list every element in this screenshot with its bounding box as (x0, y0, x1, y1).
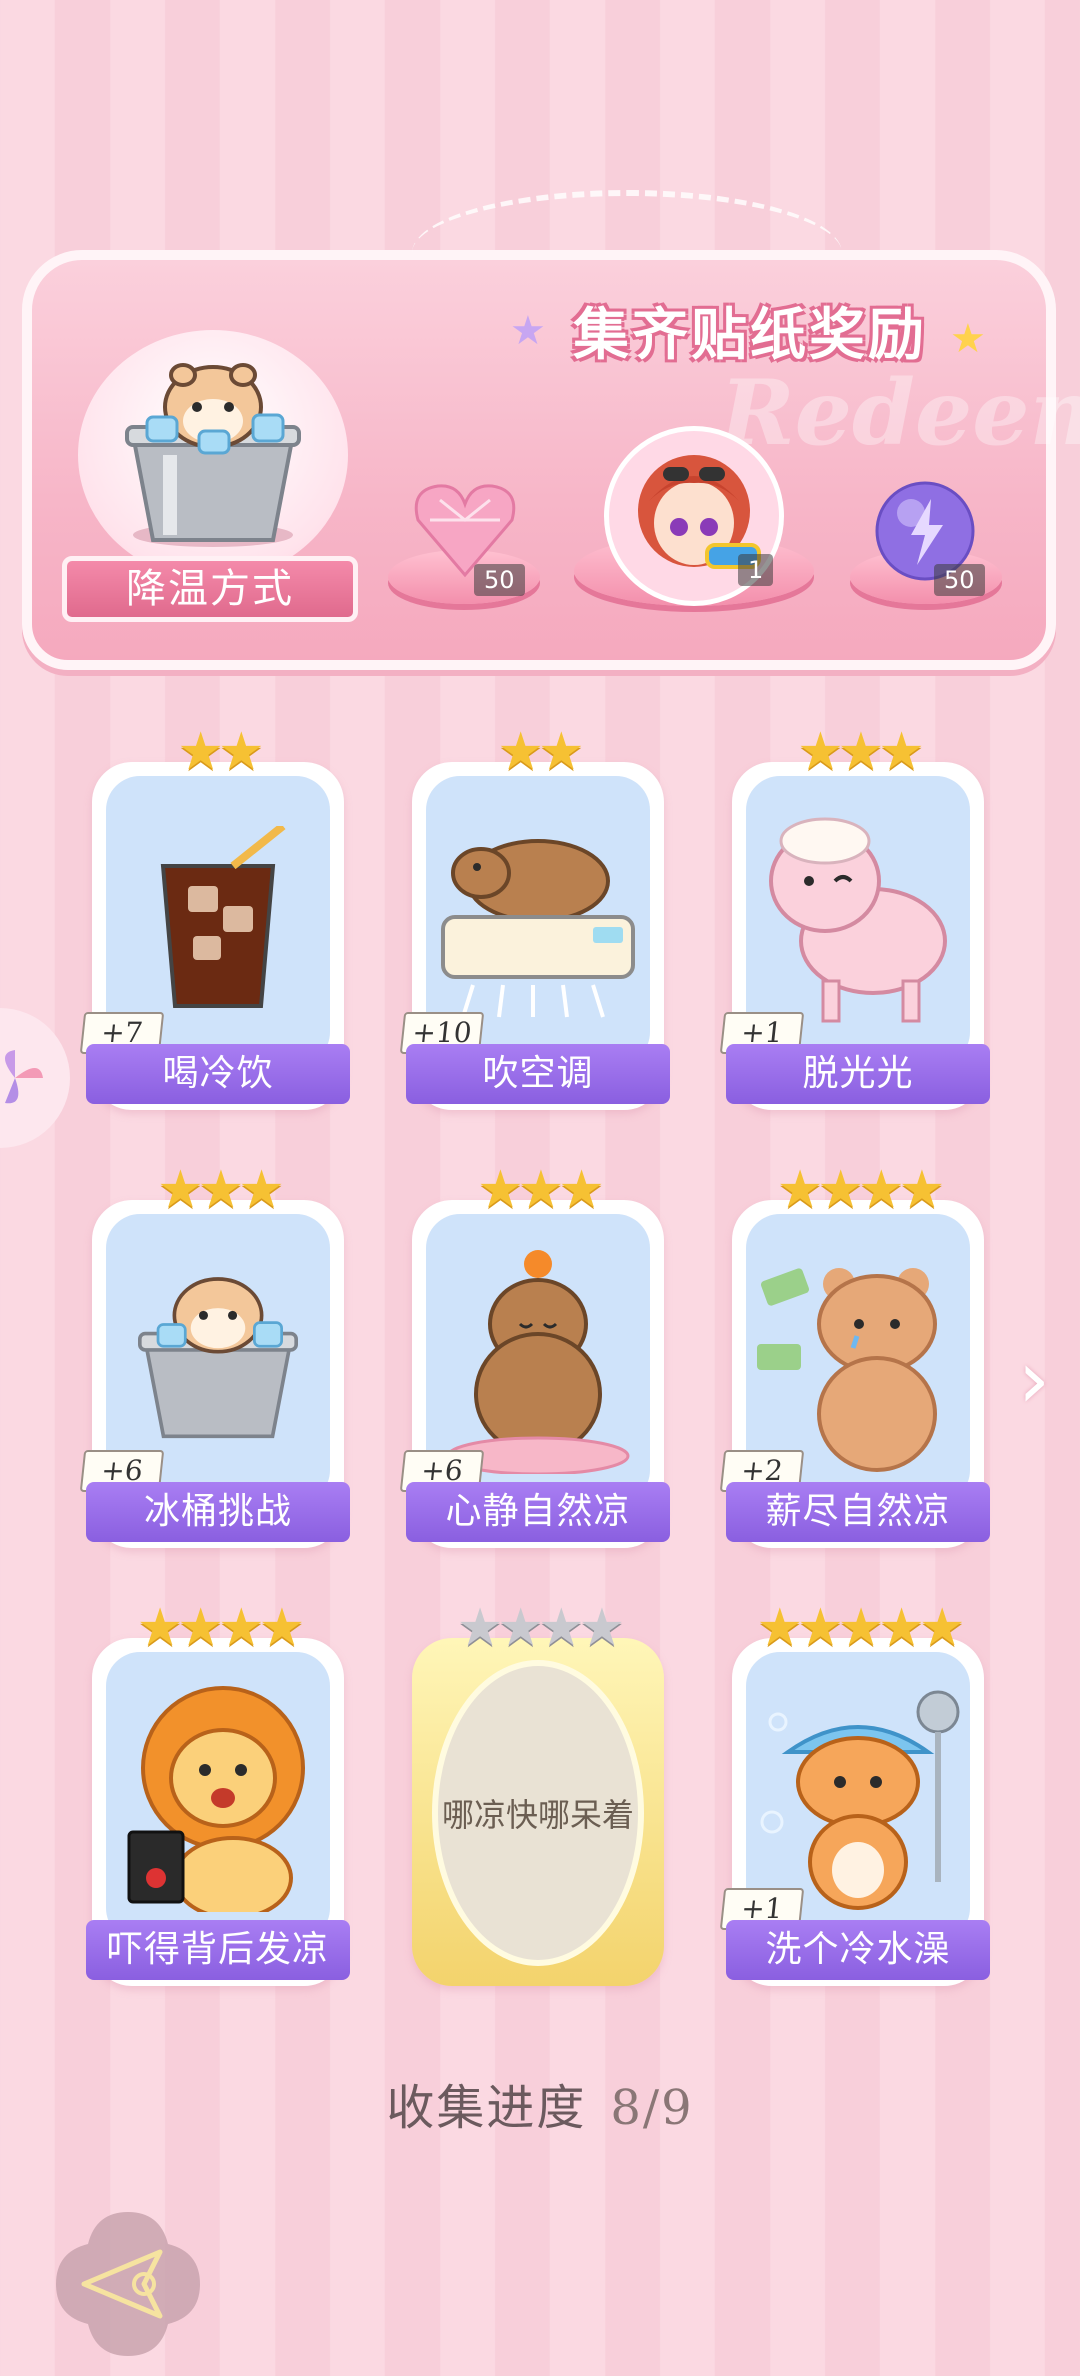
reward-count: 50 (474, 564, 525, 596)
sticker-label: 吓得背后发凉 (86, 1920, 350, 1980)
star-rating: ★★★★ (456, 1598, 625, 1658)
back-button[interactable] (48, 2204, 208, 2364)
star-rating: ★★ (177, 722, 264, 782)
scared-lion-icon (106, 1652, 330, 1942)
purple-star-icon: ★ (510, 308, 546, 354)
cooling-method-ribbon[interactable]: 降温方式 (62, 556, 358, 622)
star-rating: ★★★ (477, 1160, 605, 1220)
locked-sticker-label: 哪凉快哪呆着 (432, 1660, 644, 1966)
star-rating: ★★★★ (776, 1160, 945, 1220)
next-page-chevron-icon[interactable]: › (1018, 1340, 1068, 1420)
progress-label: 收集进度 (386, 2080, 587, 2136)
sticker-card[interactable]: ★★★★★ +1 洗个冷水澡 (719, 1598, 990, 1986)
back-arrow-icon (56, 2212, 200, 2356)
fan-icon (5, 1050, 43, 1104)
reward-count: 50 (934, 564, 985, 596)
sticker-label: 吹空调 (406, 1044, 670, 1104)
sticker-card[interactable]: ★★★★ +2 薪尽自然凉 (719, 1160, 990, 1548)
sticker-card[interactable]: ★★★ +6 冰桶挑战 (79, 1160, 350, 1548)
sticker-card[interactable]: ★★ +10 吹空调 (399, 722, 670, 1110)
star-rating: ★★★ (797, 722, 925, 782)
progress-value: 8/9 (610, 2080, 694, 2136)
side-menu-tab[interactable] (0, 1008, 70, 1148)
sticker-card[interactable]: ★★★ +1 脱光光 (719, 722, 990, 1110)
star-rating: ★★★★★ (756, 1598, 965, 1658)
sticker-label: 喝冷饮 (86, 1044, 350, 1104)
star-rating: ★★★ (157, 1160, 285, 1220)
sticker-label: 洗个冷水澡 (726, 1920, 990, 1980)
reward-count: 1 (738, 554, 774, 586)
banner-title: 集齐贴纸奖励 (573, 303, 927, 368)
sticker-label: 冰桶挑战 (86, 1482, 350, 1542)
yellow-star-icon: ★ (950, 316, 986, 362)
sticker-card[interactable]: ★★★★ 吓得背后发凉 (86, 1598, 350, 1986)
redeem-watermark: Redeem (720, 360, 1080, 466)
sticker-label: 脱光光 (726, 1044, 990, 1104)
locked-sticker-card[interactable]: ★★★★ 哪凉快哪呆着 (412, 1598, 664, 1986)
sticker-card[interactable]: ★★ +7 喝冷饮 (79, 722, 350, 1110)
sticker-label: 心静自然凉 (406, 1482, 670, 1542)
sticker-label: 薪尽自然凉 (726, 1482, 990, 1542)
star-rating: ★★★★ (136, 1598, 305, 1658)
star-rating: ★★ (497, 722, 584, 782)
collection-progress: 收集进度 8/9 (0, 2068, 1080, 2138)
sticker-card[interactable]: ★★★ +6 心静自然凉 (399, 1160, 670, 1548)
hamster-bucket-icon[interactable] (78, 330, 348, 580)
